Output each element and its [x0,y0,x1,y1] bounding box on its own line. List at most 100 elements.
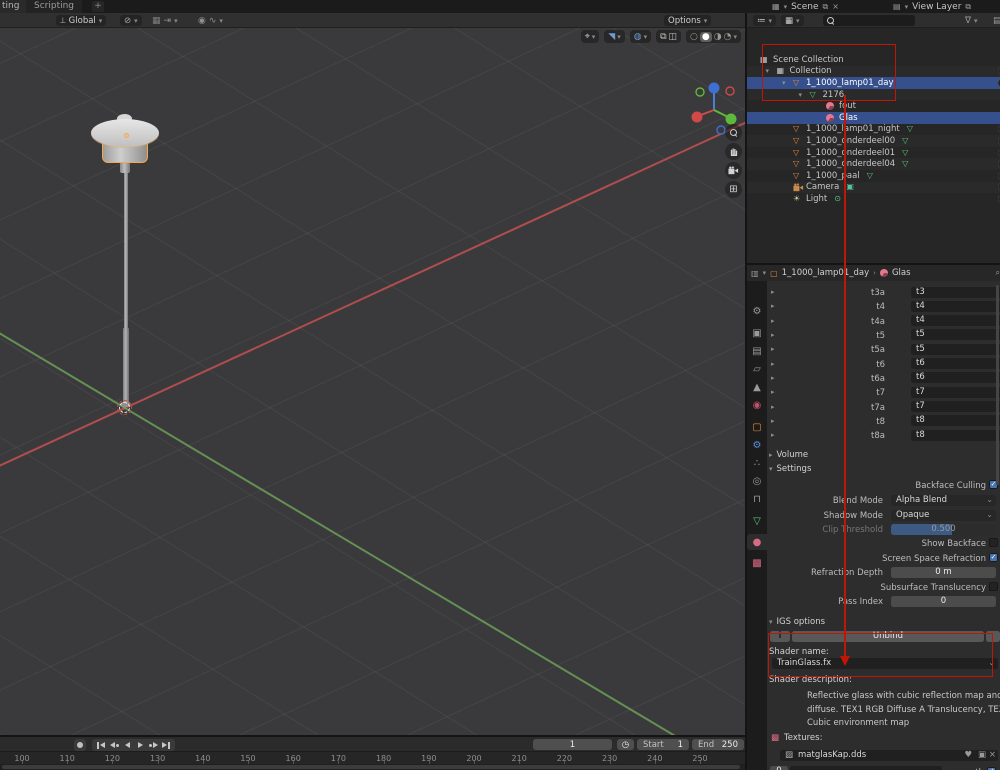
outliner-row[interactable]: ▽1_1000_lamp01_night▽ [747,124,1000,136]
properties-tab-output[interactable]: ▤ [747,343,767,359]
properties-tab-physics[interactable]: ◎ [747,473,767,489]
properties-tab-texture[interactable]: ▩ [747,555,767,571]
proportional-dropdown[interactable]: ◍▾ [630,30,651,43]
snap-target-dropdown[interactable]: ⊘ ▾ [120,15,142,26]
properties-tab-render[interactable]: ▣ [747,325,767,341]
expand-arrow-icon[interactable]: ▸ [771,388,775,396]
outliner-collection-dropdown[interactable]: ▦▾ [781,15,804,26]
transform-orientation-dropdown[interactable]: ⟂ Global ▾ [56,15,106,26]
expand-arrow-icon[interactable]: ▸ [771,431,775,439]
close-icon[interactable]: × [832,2,839,11]
shading-solid-icon[interactable]: ● [700,32,712,42]
section-settings[interactable]: ▾Settings [769,464,811,474]
snap-magnet-dropdown[interactable]: ◥▾ [604,30,624,43]
param-value-field[interactable]: t6 [911,372,1000,383]
unbind-button[interactable]: Unbind [792,631,984,642]
fake-user-icon[interactable]: ♥ [964,750,972,761]
shadow-mode-dropdown[interactable]: Opaque [891,510,996,521]
outliner-display-mode-dropdown[interactable]: ≔▾ [753,15,776,26]
use-preview-range-icon[interactable]: ◷ [617,739,634,750]
overlays-icon[interactable]: ⧉ [660,32,666,42]
editor-type-icon[interactable]: ▥ [751,269,759,278]
properties-tab-world[interactable]: ◉ [747,397,767,413]
screen-space-refraction-checkbox[interactable]: ✓ [989,553,998,562]
texture-mapping-dropdown[interactable] [790,766,942,770]
param-value-field[interactable]: t3 [911,287,1000,298]
show-backface-checkbox[interactable] [989,538,998,547]
workspace-tab-scripting[interactable]: Scripting [26,0,82,13]
pin-icon[interactable]: ⌕ [996,268,1000,278]
timeline-scrollbar[interactable] [0,764,745,770]
shader-name-field[interactable]: TrainGlass.fx [772,658,998,669]
properties-tab-scene[interactable]: ▲ [747,379,767,395]
timeline-ruler[interactable]: 1001101201301401501601701801902002102202… [0,751,745,764]
expand-arrow-icon[interactable]: ▸ [771,302,775,310]
subsurface-translucency-checkbox[interactable] [989,582,998,591]
scene-selector[interactable]: ▦ ▾ Scene ⧉ × [772,0,839,13]
properties-tab-modifiers[interactable]: ⚙ [747,437,767,453]
param-value-field[interactable]: t4 [911,301,1000,312]
current-frame-field[interactable]: 1 [533,739,612,750]
options-dropdown[interactable]: Options ▾ [664,15,711,26]
play-reverse-button[interactable] [121,740,133,750]
outliner-row[interactable]: fout [747,100,1000,112]
shading-material-icon[interactable]: ◑ [714,32,722,42]
outliner-row[interactable]: Glas [747,112,1000,124]
play-button[interactable] [134,740,146,750]
section-volume[interactable]: ▸Volume [769,450,808,460]
pivot-point-dropdown[interactable]: ⌖▾ [581,30,600,43]
view-layer-selector[interactable]: ▤ ▾ View Layer ⧉ [893,0,971,13]
outliner-row[interactable]: ▦Scene Collection [747,54,1000,66]
properties-tab-material[interactable]: ● [747,534,767,550]
refraction-depth-field[interactable]: 0 m [891,567,996,578]
outliner-row[interactable]: ▽1_1000_onderdeel01▽ [747,147,1000,159]
texture-slot-icon[interactable]: 0 [770,766,788,770]
blend-mode-dropdown[interactable]: Alpha Blend [891,495,996,506]
info-icon-button[interactable]: i [770,631,790,642]
frame-end-field[interactable]: End250 [692,739,744,750]
param-value-field[interactable]: t5 [911,329,1000,340]
jump-to-end-button[interactable] [160,740,172,750]
breadcrumb-object[interactable]: 1_1000_lamp01_day [782,268,870,278]
outliner-options-icon[interactable]: ▤ [993,15,1000,26]
unlink-icon[interactable]: × [989,750,996,761]
shading-wireframe-icon[interactable]: ○ [690,32,698,42]
viewport-3d[interactable]: ⌖▾ ◥▾ ◍▾ ⧉ ◫ ○ ● ◑ ◔ ▾ [0,28,745,735]
new-scene-icon[interactable]: ⧉ [823,2,829,12]
outliner-search-input[interactable] [823,15,915,26]
record-button[interactable] [74,739,86,751]
param-value-field[interactable]: t8 [911,415,1000,426]
outliner-row[interactable]: ▾▽2176 [747,89,1000,101]
clip-threshold-slider[interactable]: 0.500 [891,524,996,535]
param-value-field[interactable]: t5 [911,344,1000,355]
snap-magnet-toggle[interactable]: ▦ ⇥ ▾ [152,15,178,26]
param-value-field[interactable]: t7 [911,401,1000,412]
outliner-row[interactable]: ▽1_1000_paal▽ [747,170,1000,182]
expand-arrow-icon[interactable]: ▾ [766,67,770,75]
scrollbar-thumb[interactable] [2,765,740,769]
section-igs-options[interactable]: ▾IGS options [769,617,825,627]
properties-tab-view-layer[interactable]: ▱ [747,361,767,377]
properties-tab-object-data[interactable]: ▽ [747,513,767,529]
expand-arrow-icon[interactable]: ▾ [799,91,803,99]
outliner-row[interactable]: ☀Light⊙ [747,193,1000,205]
jump-to-start-button[interactable] [95,740,107,750]
expand-arrow-icon[interactable]: ▸ [771,317,775,325]
outliner-row[interactable]: ▾▽1_1000_lamp01_day [747,77,1000,89]
param-value-field[interactable]: t6 [911,358,1000,369]
zoom-icon[interactable] [725,124,742,141]
scrollbar[interactable] [996,285,999,485]
outliner-row[interactable]: Camera▣ [747,182,1000,194]
open-folder-icon[interactable]: ▣ [978,750,986,761]
properties-tab-particles[interactable]: ∴ [747,455,767,471]
add-workspace-button[interactable]: + [92,1,104,12]
outliner-row[interactable]: ▽1_1000_onderdeel04▽ [747,158,1000,170]
expand-arrow-icon[interactable]: ▸ [771,331,775,339]
proportional-editing-toggle[interactable]: ◉ ∿ ▾ [198,15,223,26]
filter-dropdown[interactable]: ∇▾ [965,15,978,26]
expand-arrow-icon[interactable]: ▸ [771,288,775,296]
xray-icon[interactable]: ◫ [669,32,678,42]
next-keyframe-button[interactable] [147,740,159,750]
camera-view-icon[interactable] [725,162,742,179]
new-view-layer-icon[interactable]: ⧉ [965,2,971,12]
